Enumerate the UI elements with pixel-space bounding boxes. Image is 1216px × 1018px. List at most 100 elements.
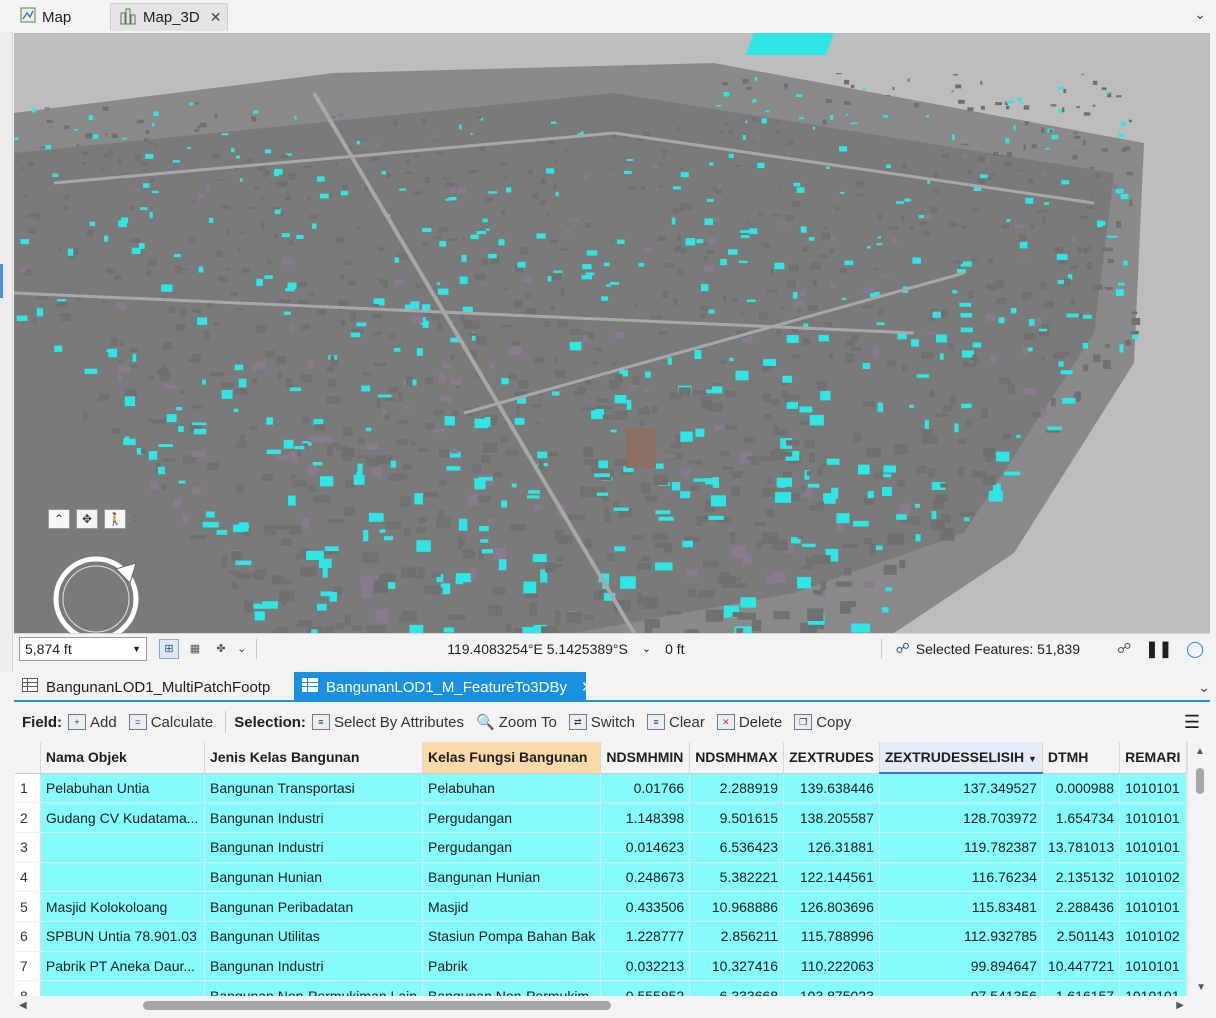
chevron-down-icon[interactable]: ⌄ <box>237 642 246 655</box>
table-cell[interactable]: 1010101 <box>1119 802 1187 833</box>
table-cell[interactable]: Bangunan Industri <box>204 832 424 863</box>
table-row[interactable]: 3 Bangunan Industri Pergudangan 0.014623 6.5… <box>15 832 1187 863</box>
table-cell[interactable]: Pergudangan <box>422 832 602 863</box>
switch-selection-button[interactable]: ⇄ Switch <box>568 714 635 731</box>
table-grid-icon[interactable]: ▦ <box>185 639 205 659</box>
table-cell[interactable]: Bangunan Non-Permukim <box>422 980 602 996</box>
pan-icon[interactable]: ✥ <box>76 509 98 529</box>
column-header[interactable]: NDSMHMIN <box>600 742 691 774</box>
table-row[interactable]: 1 Pelabuhan Untia Bangunan Transportasi Pel… <box>15 773 1187 804</box>
column-header-sorted[interactable]: ZEXTRUDESSELISIH ▼ <box>879 742 1043 774</box>
table-cell[interactable]: 10.327416 <box>689 951 785 982</box>
table-cell[interactable]: 1.654734 <box>1042 802 1121 833</box>
table-cell[interactable]: 0.01766 <box>600 773 691 804</box>
select-by-attributes-button[interactable]: ≡ Select By Attributes <box>311 714 464 731</box>
table-cell[interactable] <box>40 980 206 996</box>
table-cell[interactable]: 6.536423 <box>689 832 785 863</box>
table-cell[interactable]: 126.31881 <box>783 832 880 863</box>
table-cell[interactable]: Pelabuhan <box>422 773 602 804</box>
scroll-right-icon[interactable]: ▶ <box>1176 1000 1184 1011</box>
table-cell[interactable]: Bangunan Peribadatan <box>204 891 424 922</box>
table-cell[interactable]: 2.135132 <box>1042 862 1121 893</box>
close-icon[interactable]: ✕ <box>581 678 594 696</box>
snapping-icon[interactable]: ✤ <box>211 639 231 659</box>
row-number[interactable]: 4 <box>15 862 41 893</box>
column-header[interactable]: Kelas Fungsi Bangunan <box>422 742 602 774</box>
table-cell[interactable]: 138.205587 <box>783 802 880 833</box>
table-cell[interactable]: 112.932785 <box>879 921 1043 952</box>
menu-icon[interactable]: ☰ <box>1184 712 1200 733</box>
table-cell[interactable]: 97.541356 <box>879 980 1043 996</box>
table-cell[interactable]: SPBUN Untia 78.901.03 <box>40 921 206 952</box>
table-cell[interactable]: 10.968886 <box>689 891 785 922</box>
table-cell[interactable]: 1010101 <box>1119 980 1187 996</box>
table-cell[interactable]: 1010101 <box>1119 951 1187 982</box>
tab-multipatch-footprint[interactable]: BangunanLOD1_MultiPatchFootp <box>14 672 290 702</box>
table-cell[interactable]: 115.83481 <box>879 891 1043 922</box>
column-header[interactable]: REMARI <box>1119 742 1187 774</box>
table-cell[interactable]: 1.228777 <box>600 921 691 952</box>
table-cell[interactable]: Bangunan Hunian <box>204 862 424 893</box>
table-row[interactable]: 2 Gudang CV Kudatama... Bangunan Industri P… <box>15 802 1187 833</box>
table-row[interactable]: 6 SPBUN Untia 78.901.03 Bangunan Utilitas S… <box>15 921 1187 952</box>
table-cell[interactable]: 128.703972 <box>879 802 1043 833</box>
column-header[interactable]: NDSMHMAX <box>689 742 785 774</box>
table-row[interactable]: 5 Masjid Kolokoloang Bangunan Peribadatan M… <box>15 891 1187 922</box>
table-row[interactable]: 8 Bangunan Non-Permukiman Lain Bangunan No… <box>15 980 1187 996</box>
scroll-left-icon[interactable]: ◀ <box>19 1000 27 1011</box>
table-cell[interactable]: 126.803696 <box>783 891 880 922</box>
table-cell[interactable]: 2.501143 <box>1042 921 1121 952</box>
table-cell[interactable]: 5.382221 <box>689 862 785 893</box>
dock-marker[interactable] <box>0 264 3 298</box>
table-cell[interactable]: 103.875023 <box>783 980 880 996</box>
row-number[interactable]: 5 <box>15 891 41 922</box>
table-cell[interactable]: 0.000988 <box>1042 773 1121 804</box>
scale-dropdown[interactable]: 5,874 ft ▼ <box>19 636 147 661</box>
table-row[interactable]: 7 Pabrik PT Aneka Daur... Bangunan Industr… <box>15 951 1187 982</box>
column-header[interactable]: Nama Objek <box>40 742 206 774</box>
table-cell[interactable]: 2.288436 <box>1042 891 1121 922</box>
horizontal-scrollbar[interactable]: ◀ ▶ ▼ <box>15 982 1210 1016</box>
table-cell[interactable]: 0.555852 <box>600 980 691 996</box>
table-cell[interactable]: 0.014623 <box>600 832 691 863</box>
table-cell[interactable]: 1010101 <box>1119 832 1187 863</box>
table-cell[interactable]: 1.148398 <box>600 802 691 833</box>
table-cell[interactable]: 99.894647 <box>879 951 1043 982</box>
table-cell[interactable]: Masjid Kolokoloang <box>40 891 206 922</box>
table-cell[interactable]: 10.447721 <box>1042 951 1121 982</box>
table-cell[interactable]: 1010101 <box>1119 773 1187 804</box>
clear-selection-button[interactable]: ≡ Clear <box>646 714 705 731</box>
table-cell[interactable]: Bangunan Transportasi <box>204 773 424 804</box>
tab-map-3d[interactable]: Map_3D ✕ <box>110 3 228 31</box>
row-number[interactable]: 8 <box>15 980 41 996</box>
table-cell[interactable]: 1010102 <box>1119 921 1187 952</box>
table-cell[interactable] <box>40 832 206 863</box>
grid-snap-icon[interactable]: ⊞ <box>159 638 179 659</box>
table-cell[interactable]: 119.782387 <box>879 832 1043 863</box>
add-field-button[interactable]: + Add <box>68 714 117 731</box>
table-cell[interactable]: 0.433506 <box>600 891 691 922</box>
column-header[interactable]: Jenis Kelas Bangunan <box>204 742 424 774</box>
row-number[interactable]: 7 <box>15 951 41 982</box>
table-cell[interactable]: Bangunan Utilitas <box>204 921 424 952</box>
select-features-icon[interactable]: ☍ <box>896 640 910 657</box>
table-cell[interactable]: Pabrik PT Aneka Daur... <box>40 951 206 982</box>
scroll-up-icon[interactable]: ▲ <box>1195 746 1205 757</box>
chevron-down-icon[interactable]: ⌄ <box>1194 6 1206 23</box>
table-cell[interactable]: 139.638446 <box>783 773 880 804</box>
table-cell[interactable]: Stasiun Pompa Bahan Bak <box>422 921 602 952</box>
refresh-view-icon[interactable]: ☍ <box>1117 640 1131 657</box>
table-cell[interactable]: 0.248673 <box>600 862 691 893</box>
table-cell[interactable]: 9.501615 <box>689 802 785 833</box>
scroll-thumb[interactable] <box>1196 768 1204 794</box>
grip-icon[interactable]: ∷ <box>134 514 140 525</box>
table-cell[interactable]: 1.616157 <box>1042 980 1121 996</box>
scroll-thumb[interactable] <box>143 1001 611 1010</box>
table-cell[interactable]: Pergudangan <box>422 802 602 833</box>
delete-button[interactable]: ✕ Delete <box>716 714 782 731</box>
table-cell[interactable]: Bangunan Industri <box>204 802 424 833</box>
tab-feature-to-3d[interactable]: BangunanLOD1_M_FeatureTo3DBy ✕ <box>294 672 594 702</box>
table-cell[interactable]: 116.76234 <box>879 862 1043 893</box>
row-number[interactable]: 3 <box>15 832 41 863</box>
table-cell[interactable]: Masjid <box>422 891 602 922</box>
